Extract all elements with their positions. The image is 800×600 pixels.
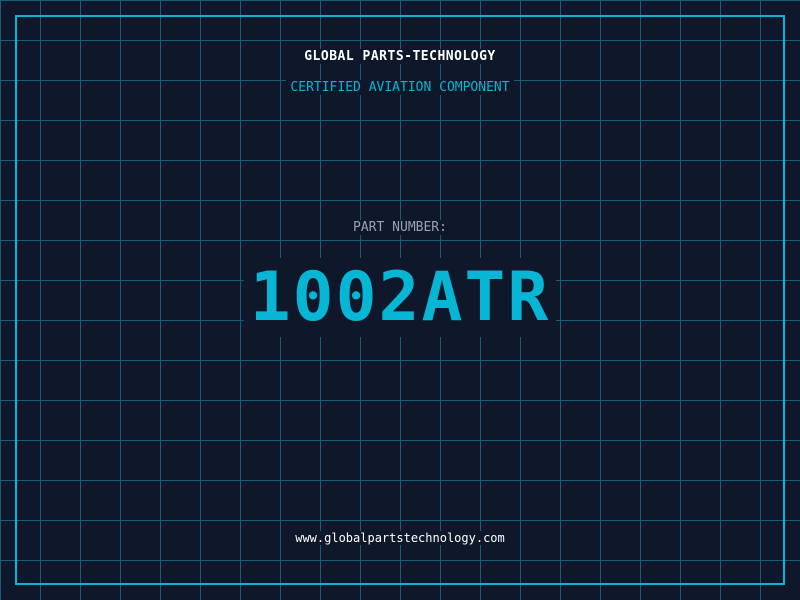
- part-number: 1002ATR: [0, 258, 800, 337]
- company-name: GLOBAL PARTS-TECHNOLOGY: [0, 49, 800, 64]
- subtitle: CERTIFIED AVIATION COMPONENT: [0, 80, 800, 95]
- part-number-label: PART NUMBER:: [0, 220, 800, 235]
- website-url: www.globalpartstechnology.com: [0, 531, 800, 545]
